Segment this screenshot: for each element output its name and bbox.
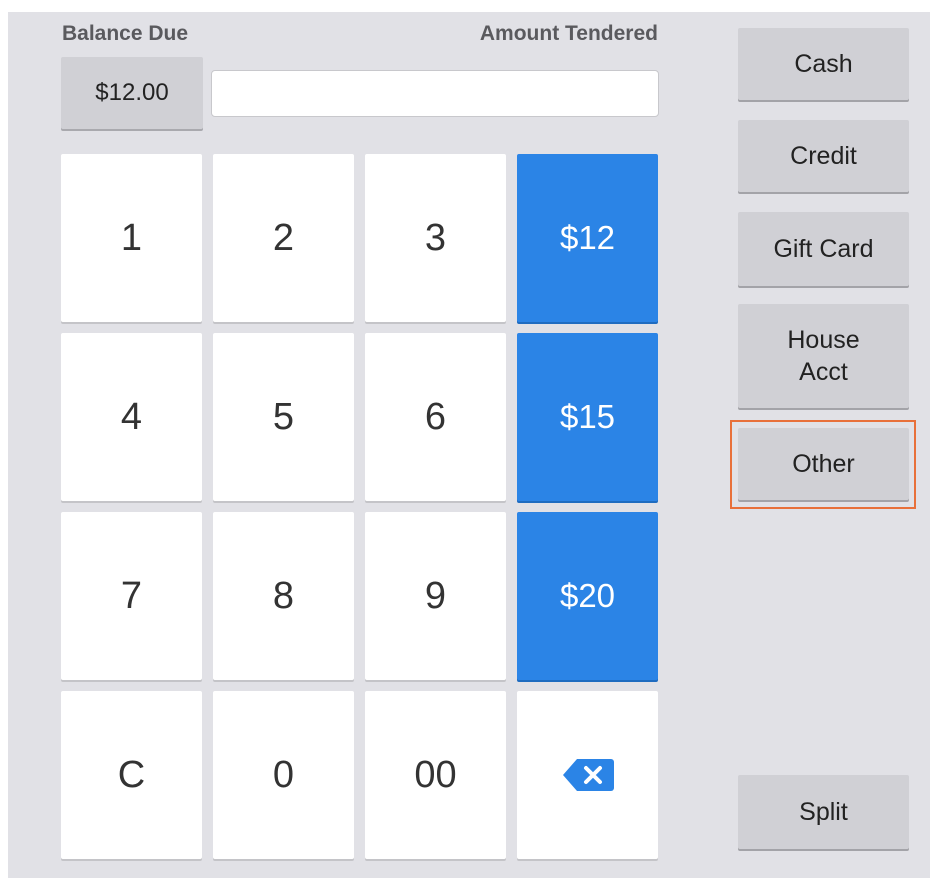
key-00[interactable]: 00 <box>365 691 506 859</box>
backspace-icon <box>562 759 614 791</box>
backspace-button[interactable] <box>517 691 658 859</box>
balance-due-label: Balance Due <box>62 22 189 45</box>
key-3[interactable]: 3 <box>365 154 506 322</box>
key-clear[interactable]: C <box>61 691 202 859</box>
gift-card-button[interactable]: Gift Card <box>738 212 909 286</box>
key-5[interactable]: 5 <box>213 333 354 501</box>
key-0[interactable]: 0 <box>213 691 354 859</box>
key-7[interactable]: 7 <box>61 512 202 680</box>
credit-button[interactable]: Credit <box>738 120 909 192</box>
key-6[interactable]: 6 <box>365 333 506 501</box>
quick-amount-15-button[interactable]: $15 <box>517 333 658 501</box>
split-button[interactable]: Split <box>738 775 909 849</box>
cash-button[interactable]: Cash <box>738 28 909 100</box>
balance-due-value[interactable]: $12.00 <box>61 57 203 129</box>
key-4[interactable]: 4 <box>61 333 202 501</box>
amount-tendered-label: Amount Tendered <box>479 22 658 45</box>
other-button[interactable]: Other <box>738 428 909 500</box>
amount-tendered-input[interactable] <box>211 70 659 117</box>
quick-amount-20-button[interactable]: $20 <box>517 512 658 680</box>
key-9[interactable]: 9 <box>365 512 506 680</box>
key-1[interactable]: 1 <box>61 154 202 322</box>
key-8[interactable]: 8 <box>213 512 354 680</box>
house-account-button[interactable]: House Acct <box>738 304 909 408</box>
key-2[interactable]: 2 <box>213 154 354 322</box>
quick-amount-12-button[interactable]: $12 <box>517 154 658 322</box>
